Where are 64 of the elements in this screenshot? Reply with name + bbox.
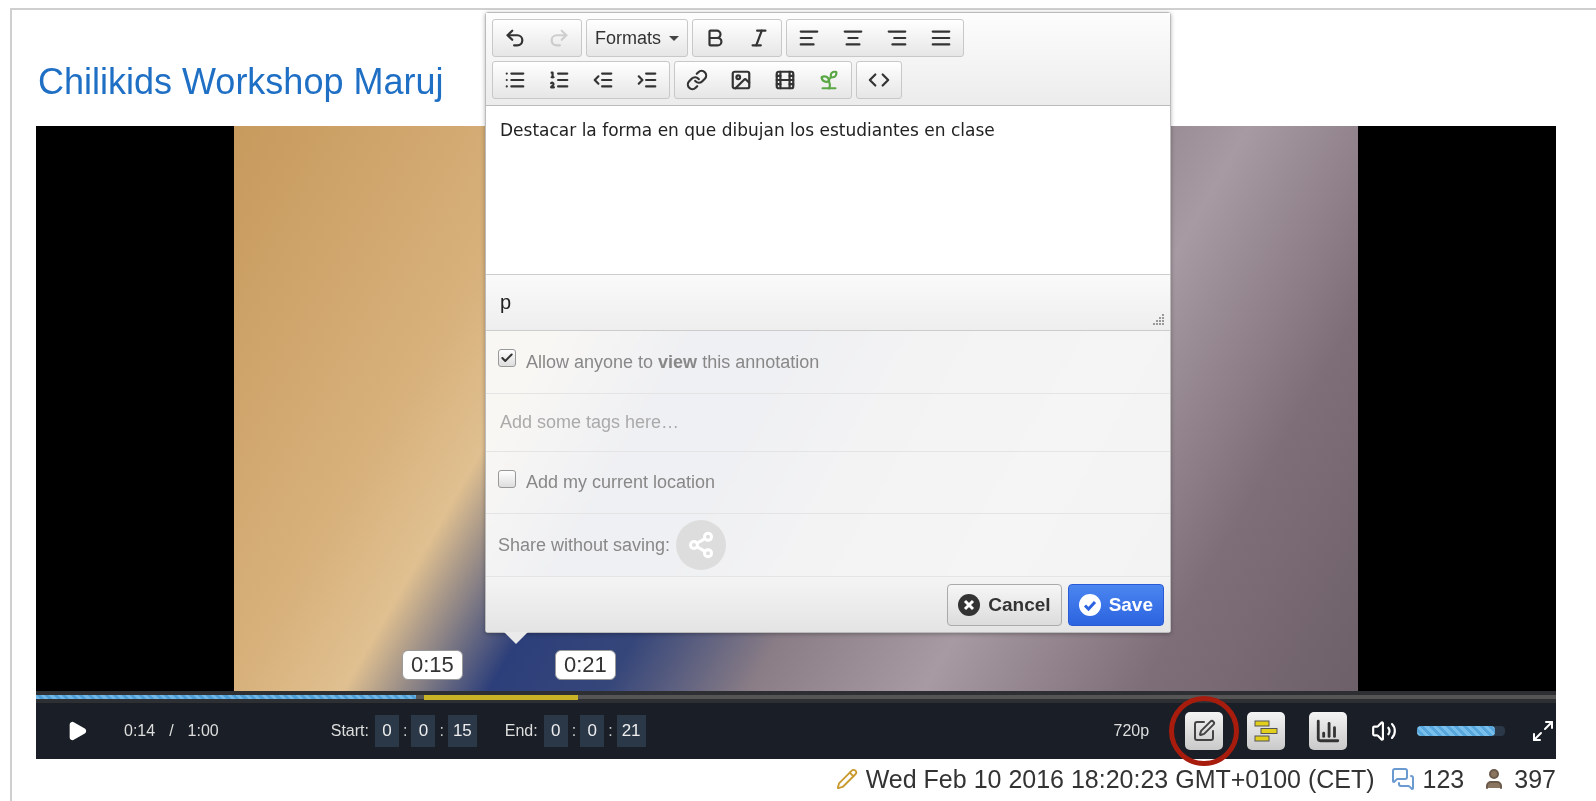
time-separator: / [169,722,174,740]
save-button[interactable]: Save [1067,583,1164,626]
checkmark-icon [500,351,514,365]
permission-label: Allow anyone to view this annotation [526,351,820,373]
editor-text[interactable]: Destacar la forma en que dibujan los estudiantes en clase [486,106,1170,274]
fullscreen-icon[interactable] [1531,719,1556,743]
formats-dropdown[interactable]: Formats [587,20,687,56]
current-time: 0:14 [124,722,156,740]
time-field[interactable]: 0 [580,715,605,747]
location-label: Add my current location [526,472,716,493]
redo-icon [548,27,570,49]
tags-field[interactable]: Add some tags here… [498,411,1158,434]
time-marker: 0:15 [402,650,463,680]
time-separator: : [570,722,578,740]
time-field[interactable]: 21 [616,715,646,747]
align-justify-icon [930,27,952,49]
date-text: Wed Feb 10 2016 18:20:23 GMT+0100 (CET) [865,764,1375,794]
time-marker: 0:21 [555,650,616,680]
time-separator: : [438,722,445,740]
time-field[interactable]: 0 [543,715,568,747]
cancel-button[interactable]: Cancel [947,583,1062,626]
edit-button[interactable] [1185,712,1224,750]
link-icon [686,69,708,91]
bullet-list-icon [504,69,526,91]
share-icon [687,531,716,559]
progress-track[interactable] [36,695,1556,699]
edit-icon [1192,719,1217,743]
align-center-icon [842,27,864,49]
align-left-icon [798,27,820,49]
views-count: 397 [1514,764,1556,794]
page-title: Chilikids Workshop Maruj [38,60,444,104]
time-field[interactable]: 0 [374,715,399,747]
close-circle-icon [958,593,981,616]
end-label: End: [504,722,538,740]
outdent-icon [592,69,614,91]
share-label: Share without saving: [498,534,671,556]
start-label: Start: [330,722,369,740]
time-field[interactable]: 15 [447,715,477,747]
chart-button[interactable] [1309,712,1348,750]
checkbox[interactable] [498,349,516,367]
comments-count: 123 [1422,764,1465,794]
quality-label[interactable]: 720p [1113,722,1150,740]
numbered-list-icon [548,69,570,91]
list-button[interactable] [1247,712,1286,750]
pencil-icon [835,768,858,790]
comments-icon [1390,767,1415,791]
duration: 1:00 [187,722,219,740]
bars-icon [1253,718,1280,744]
element-path: p [500,291,512,314]
undo-icon [504,27,526,49]
time-field[interactable]: 0 [411,715,436,747]
sprout-icon [818,69,840,91]
check-circle-icon [1078,593,1101,616]
time-separator: : [607,722,614,740]
image-icon [730,69,752,91]
time-separator: : [401,722,409,740]
volume-icon[interactable] [1371,718,1398,744]
bar-chart-icon [1315,718,1342,744]
popup-pointer [504,632,528,644]
indent-icon [636,69,658,91]
checkbox[interactable] [498,469,516,488]
align-right-icon [886,27,908,49]
resize-grip-icon[interactable] [1152,314,1164,326]
film-icon [774,69,796,91]
